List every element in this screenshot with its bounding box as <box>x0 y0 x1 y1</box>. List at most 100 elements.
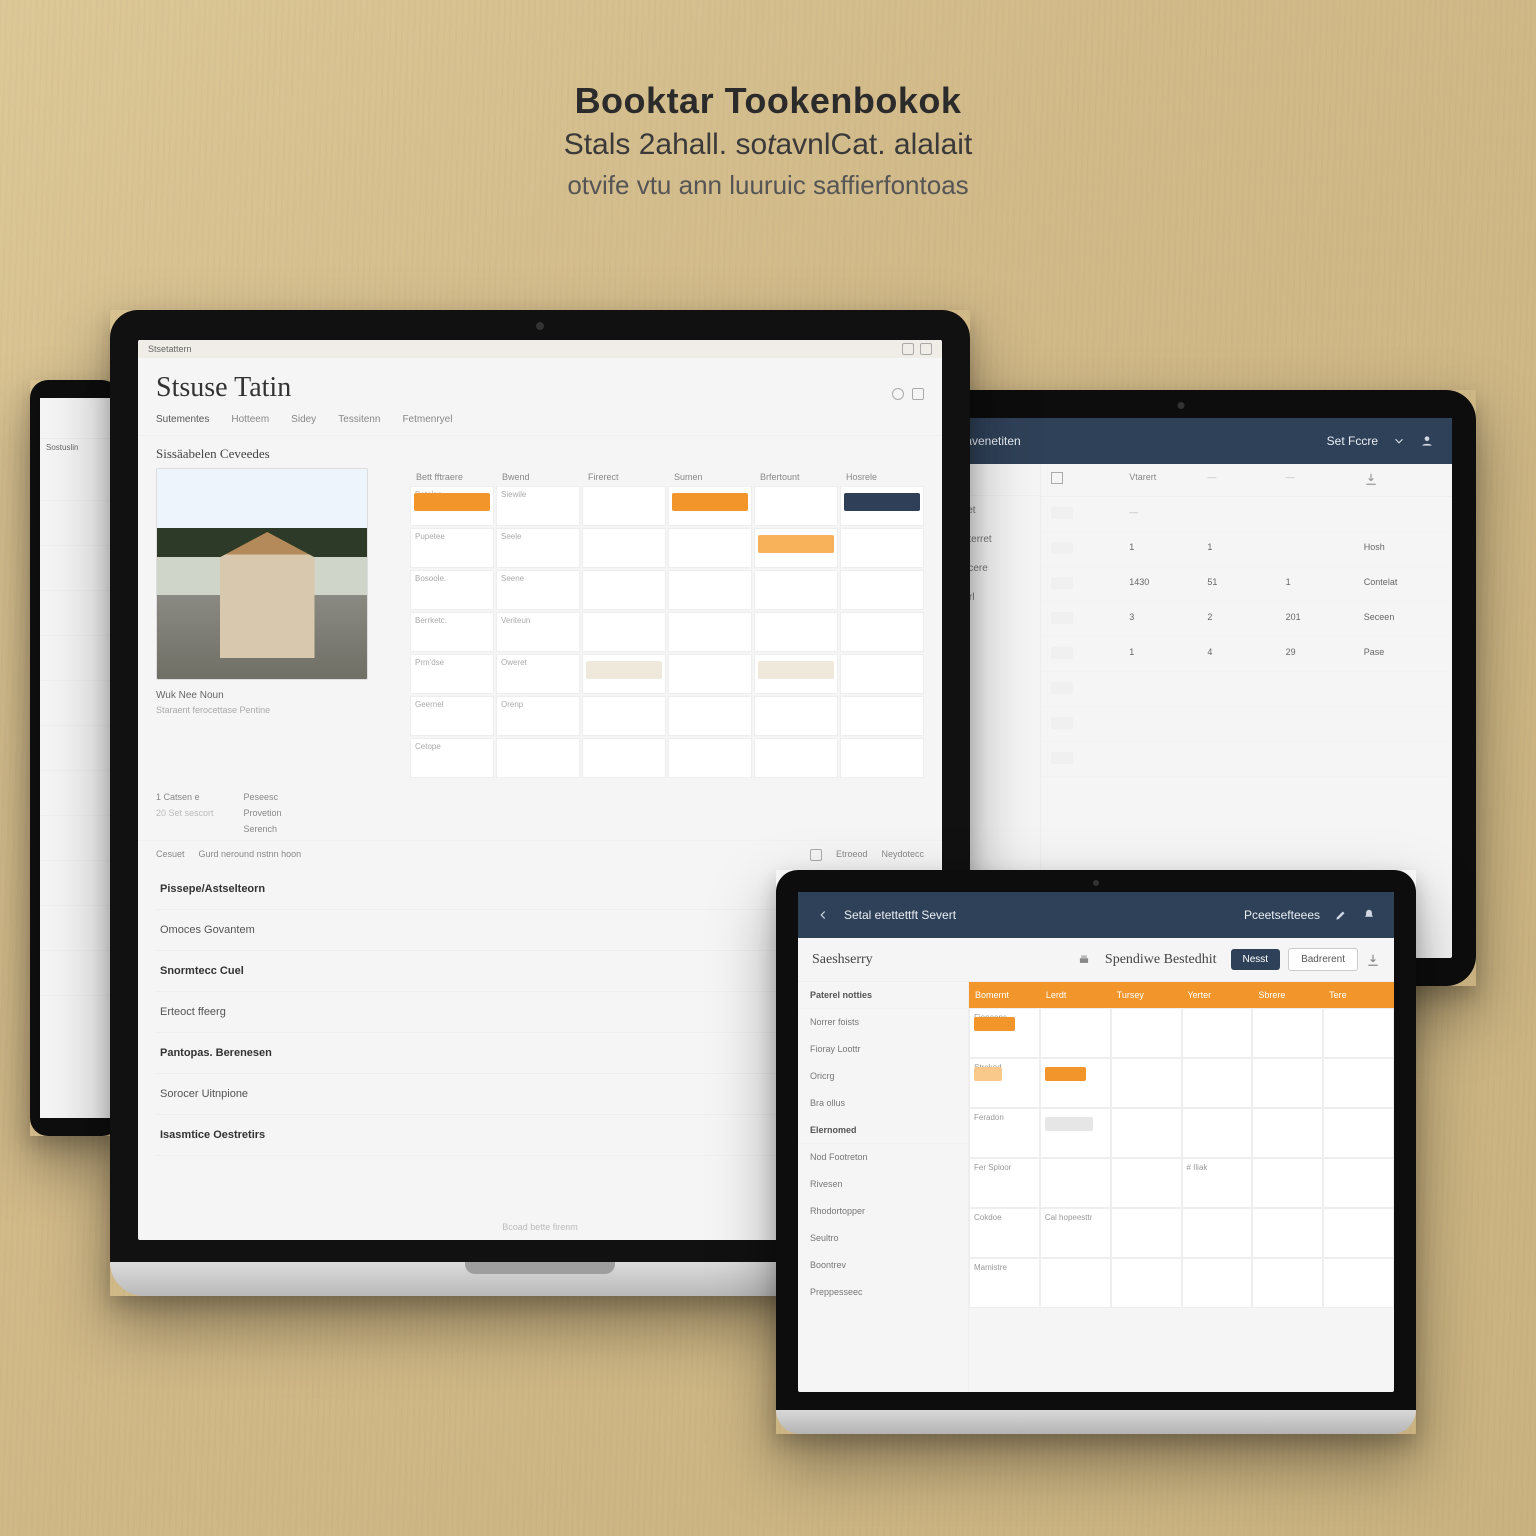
sm-side-item[interactable]: Rhodortopper <box>798 1198 968 1225</box>
cal-cell[interactable]: Bosoole. <box>410 570 494 610</box>
cal-cell[interactable]: Siewile <box>496 486 580 526</box>
subnav-tab[interactable]: Tessitenn <box>338 414 380 425</box>
cal-cell[interactable] <box>582 654 666 694</box>
cal-cell[interactable] <box>668 654 752 694</box>
cal-cell[interactable] <box>668 570 752 610</box>
printer-icon[interactable] <box>1077 953 1091 967</box>
primary-button[interactable]: Nesst <box>1231 949 1281 970</box>
cal-cell[interactable] <box>582 612 666 652</box>
download-icon[interactable] <box>1364 472 1378 486</box>
sm-side-item[interactable]: Bra ollus <box>798 1090 968 1117</box>
sm-side-item[interactable]: Boontrev <box>798 1252 968 1279</box>
edit-icon[interactable] <box>1334 908 1348 922</box>
sm-cell[interactable] <box>1323 1158 1394 1208</box>
bell-icon[interactable] <box>1362 908 1376 922</box>
sm-cell[interactable] <box>1252 1158 1323 1208</box>
sm-cell[interactable] <box>1252 1058 1323 1108</box>
sm-cell[interactable] <box>1252 1258 1323 1308</box>
cal-cell[interactable] <box>582 738 666 778</box>
sm-cell[interactable]: Mamistre <box>969 1258 1040 1308</box>
cal-cell[interactable] <box>840 570 924 610</box>
cal-cell[interactable]: Beteloe <box>410 486 494 526</box>
grid-icon[interactable] <box>1051 472 1063 484</box>
sm-cell[interactable] <box>1182 1108 1253 1158</box>
cal-cell[interactable]: Veriteun <box>496 612 580 652</box>
chevron-down-icon[interactable] <box>1392 434 1406 448</box>
sm-cell[interactable] <box>1040 1258 1111 1308</box>
sm-side-item[interactable]: Nod Footreton <box>798 1144 968 1171</box>
sm-cell[interactable] <box>1252 1008 1323 1058</box>
sm-cell[interactable] <box>1111 1058 1182 1108</box>
cal-cell[interactable] <box>582 486 666 526</box>
sm-cell[interactable] <box>1323 1258 1394 1308</box>
sm-cell[interactable] <box>1040 1058 1111 1108</box>
cal-cell[interactable] <box>754 696 838 736</box>
cal-cell[interactable]: Cetope <box>410 738 494 778</box>
property-image[interactable] <box>156 468 368 680</box>
cal-cell[interactable] <box>582 570 666 610</box>
cal-cell[interactable] <box>840 486 924 526</box>
sm-cell[interactable] <box>1252 1208 1323 1258</box>
sm-cell[interactable] <box>1111 1208 1182 1258</box>
subnav-tab[interactable]: Sutementes <box>156 414 209 425</box>
cal-cell[interactable]: Orenp <box>496 696 580 736</box>
cal-cell[interactable]: Geernel <box>410 696 494 736</box>
sm-cell[interactable] <box>1040 1008 1111 1058</box>
subnav-tab[interactable]: Hotteem <box>231 414 269 425</box>
sm-cell[interactable] <box>1252 1108 1323 1158</box>
sm-side-item[interactable]: Norrer foists <box>798 1009 968 1036</box>
home-icon[interactable] <box>920 343 932 355</box>
cal-cell[interactable] <box>754 612 838 652</box>
search-icon[interactable] <box>892 388 904 400</box>
subnav-tab[interactable]: Fetmenryel <box>402 414 452 425</box>
cal-cell[interactable] <box>754 486 838 526</box>
cal-cell[interactable] <box>754 654 838 694</box>
sm-cell[interactable] <box>1111 1158 1182 1208</box>
cal-cell[interactable]: Oweret <box>496 654 580 694</box>
back-icon[interactable] <box>816 908 830 922</box>
sm-cell[interactable] <box>1323 1208 1394 1258</box>
calendar-icon[interactable] <box>810 849 822 861</box>
sm-side-item[interactable]: Rivesen <box>798 1171 968 1198</box>
sm-cell[interactable] <box>1040 1108 1111 1158</box>
cal-cell[interactable] <box>668 612 752 652</box>
download-icon[interactable] <box>1366 953 1380 967</box>
cal-cell[interactable] <box>496 738 580 778</box>
cal-cell[interactable] <box>668 486 752 526</box>
cal-cell[interactable] <box>582 528 666 568</box>
sm-cell[interactable]: # Iliak <box>1182 1158 1253 1208</box>
cal-cell[interactable] <box>840 696 924 736</box>
sm-cell[interactable] <box>1323 1108 1394 1158</box>
cal-cell[interactable] <box>754 570 838 610</box>
cal-cell[interactable]: Seele <box>496 528 580 568</box>
cal-cell[interactable]: Berrketc. <box>410 612 494 652</box>
sm-cell[interactable] <box>1323 1008 1394 1058</box>
cal-cell[interactable]: Prm'dse <box>410 654 494 694</box>
sm-cell[interactable]: Cokdoe <box>969 1208 1040 1258</box>
user-icon[interactable] <box>1420 434 1434 448</box>
ghost-button[interactable]: Badrerent <box>1288 948 1358 971</box>
sm-cell[interactable] <box>1182 1008 1253 1058</box>
sm-cell[interactable] <box>1111 1108 1182 1158</box>
cal-cell[interactable] <box>668 528 752 568</box>
sm-side-item[interactable]: Oricrg <box>798 1063 968 1090</box>
cal-cell[interactable]: Pupetee <box>410 528 494 568</box>
sm-cell[interactable]: Stroked <box>969 1058 1040 1108</box>
sm-side-item[interactable]: Fioray Loottr <box>798 1036 968 1063</box>
sm-cell[interactable]: Feradon <box>969 1108 1040 1158</box>
cal-cell[interactable] <box>754 528 838 568</box>
sm-cell[interactable]: Fer Sploor <box>969 1158 1040 1208</box>
sm-cell[interactable] <box>1182 1208 1253 1258</box>
sm-cell[interactable]: Fioneenc <box>969 1008 1040 1058</box>
sm-cell[interactable]: Cal hopeesttr <box>1040 1208 1111 1258</box>
sm-cell[interactable] <box>1323 1058 1394 1108</box>
cal-cell[interactable]: Seene <box>496 570 580 610</box>
cal-cell[interactable] <box>840 528 924 568</box>
sm-cell[interactable] <box>1182 1058 1253 1108</box>
cal-cell[interactable] <box>840 738 924 778</box>
cal-cell[interactable] <box>840 612 924 652</box>
settings-icon[interactable] <box>912 388 924 400</box>
cal-cell[interactable] <box>754 738 838 778</box>
sm-cell[interactable] <box>1111 1008 1182 1058</box>
cal-cell[interactable] <box>668 738 752 778</box>
